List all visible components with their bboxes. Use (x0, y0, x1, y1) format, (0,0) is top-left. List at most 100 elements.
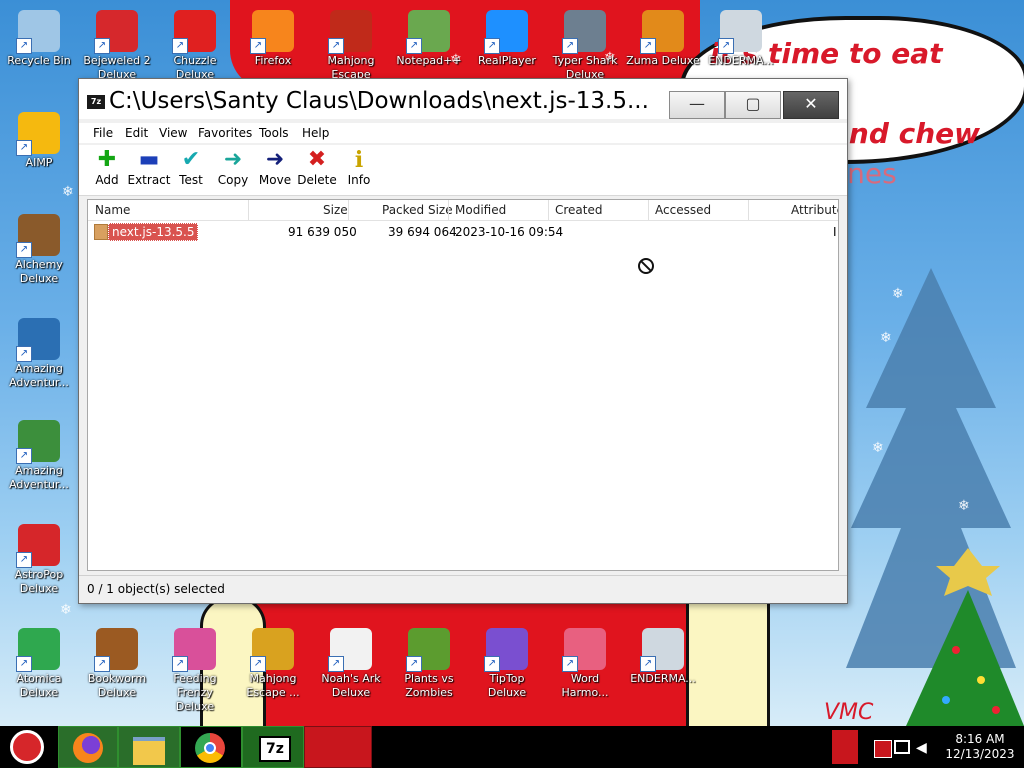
enderman-window-icon: ↗ (718, 10, 762, 54)
taskbar-file-explorer[interactable] (118, 726, 180, 768)
desktop-shortcut[interactable]: ↗ TipTop Deluxe (469, 628, 545, 700)
desktop-shortcut[interactable]: ↗ Notepad++ (391, 10, 467, 68)
desktop-shortcut[interactable]: ↗ Zuma Deluxe (625, 10, 701, 68)
shortcut-arrow-icon: ↗ (250, 656, 266, 672)
desktop-shortcut[interactable]: ↗ AIMP (1, 112, 77, 170)
taskbar-firefox[interactable] (58, 726, 118, 768)
shortcut-arrow-icon: ↗ (484, 38, 500, 54)
plants-vs-zombies-icon: ↗ (406, 628, 450, 672)
notepad-plus-icon: ↗ (406, 10, 450, 54)
info-button[interactable]: i Info (337, 147, 381, 187)
recycle-bin-icon: ↗ (16, 10, 60, 54)
desktop-shortcut[interactable]: ↗ Bejeweled 2 Deluxe (79, 10, 155, 82)
info-icon: i (354, 147, 364, 173)
column-modified[interactable]: Modified (455, 203, 506, 217)
table-row[interactable]: next.js-13.5.5 91 639 050 39 694 064 202… (88, 222, 838, 242)
desktop-shortcut[interactable]: ↗ Amazing Adventur... (1, 420, 77, 492)
desktop-shortcut[interactable]: ↗ Atomica Deluxe (1, 628, 77, 700)
shortcut-arrow-icon: ↗ (406, 656, 422, 672)
taskbar-empty-slot[interactable] (304, 726, 372, 768)
tray-icons: ◀ (868, 734, 934, 762)
column-divider[interactable] (448, 200, 449, 220)
desktop-shortcut[interactable]: ↗ ENDERMA... (625, 628, 701, 686)
shortcut-arrow-icon: ↗ (718, 38, 734, 54)
toolbar: ✚ Add ▬ Extract ✔ Test ➜ Copy ➜ Move ✖ D… (79, 145, 847, 196)
column-accessed[interactable]: Accessed (655, 203, 711, 217)
column-packed-size[interactable]: Packed Size (382, 203, 453, 217)
add-button[interactable]: ✚ Add (85, 147, 129, 187)
move-label: Move (258, 173, 292, 187)
desktop-shortcut[interactable]: ↗ Mahjong Escape (313, 10, 389, 82)
desktop-shortcut[interactable]: ↗ Word Harmo... (547, 628, 623, 700)
start-button[interactable] (0, 726, 58, 768)
menu-file[interactable]: File (93, 126, 113, 140)
desktop-shortcut[interactable]: ↗ RealPlayer (469, 10, 545, 68)
desktop-shortcut[interactable]: ↗ Feeding Frenzy Deluxe (157, 628, 233, 714)
desktop-shortcut[interactable]: ↗ Chuzzle Deluxe (157, 10, 233, 82)
file-list[interactable]: Name Size Packed Size Modified Created A… (87, 199, 839, 571)
shortcut-arrow-icon: ↗ (172, 38, 188, 54)
desktop-shortcut[interactable]: ↗ Bookworm Deluxe (79, 628, 155, 700)
shortcut-arrow-icon: ↗ (328, 656, 344, 672)
clock-time: 8:16 AM (955, 732, 1005, 746)
minimize-button[interactable]: — (669, 91, 725, 119)
taskbar-clock[interactable]: 8:16 AM 12/13/2023 (936, 732, 1024, 762)
snowflake-icon: ❄ (880, 330, 892, 346)
row-name[interactable]: next.js-13.5.5 (108, 223, 199, 241)
desktop-shortcut-label: Amazing Adventur... (9, 362, 69, 389)
desktop-shortcut[interactable]: ↗ Alchemy Deluxe (1, 214, 77, 286)
delete-x-icon: ✖ (307, 147, 327, 172)
shortcut-arrow-icon: ↗ (16, 38, 32, 54)
test-label: Test (179, 173, 203, 187)
extract-button[interactable]: ▬ Extract (127, 147, 171, 187)
desktop-shortcut[interactable]: ↗ Amazing Adventur... (1, 318, 77, 390)
seven-zip-app-icon: 7z (87, 95, 105, 109)
column-divider[interactable] (548, 200, 549, 220)
column-name[interactable]: Name (95, 203, 130, 217)
close-button[interactable]: ✕ (783, 91, 839, 119)
column-attributes[interactable]: Attribute (791, 203, 838, 217)
menu-favorites[interactable]: Favorites (198, 126, 252, 140)
column-size[interactable]: Size (323, 203, 348, 217)
desktop-shortcut[interactable]: ↗ Typer Shark Deluxe (547, 10, 623, 82)
row-size: 91 639 050 (288, 225, 357, 239)
menu-help[interactable]: Help (302, 126, 329, 140)
desktop-shortcut[interactable]: ↗ ENDERMA... (703, 10, 779, 68)
menu-view[interactable]: View (159, 126, 187, 140)
column-divider[interactable] (348, 200, 349, 220)
column-divider[interactable] (648, 200, 649, 220)
test-button[interactable]: ✔ Test (169, 147, 213, 187)
taskbar-seven-zip[interactable]: 7z (242, 726, 304, 768)
column-divider[interactable] (748, 200, 749, 220)
wallpaper-corner-text: VMC (824, 700, 874, 725)
taskbar-chrome[interactable] (180, 726, 242, 768)
santa-start-icon (10, 730, 44, 764)
tray-overflow-button[interactable] (832, 730, 858, 764)
maximize-button[interactable]: ▢ (725, 91, 781, 119)
column-divider[interactable] (248, 200, 249, 220)
shortcut-arrow-icon: ↗ (640, 656, 656, 672)
desktop-shortcut[interactable]: ↗ Mahjong Escape ... (235, 628, 311, 700)
delete-button[interactable]: ✖ Delete (295, 147, 339, 187)
bejeweled-icon: ↗ (94, 10, 138, 54)
copy-button[interactable]: ➜ Copy (211, 147, 255, 187)
menu-edit[interactable]: Edit (125, 126, 148, 140)
volume-icon[interactable]: ◀ (916, 740, 927, 756)
desktop-shortcut[interactable]: ↗ AstroPop Deluxe (1, 524, 77, 596)
status-bar: 0 / 1 object(s) selected (79, 575, 847, 602)
atomica-icon: ↗ (16, 628, 60, 672)
desktop-shortcut-label: Word Harmo... (561, 672, 609, 699)
test-check-icon: ✔ (181, 147, 201, 172)
desktop-shortcut[interactable]: ↗ Noah's Ark Deluxe (313, 628, 389, 700)
column-created[interactable]: Created (555, 203, 603, 217)
monitor-icon[interactable] (894, 740, 910, 754)
desktop-shortcut[interactable]: ↗ Plants vs Zombies (391, 628, 467, 700)
add-label: Add (95, 173, 119, 187)
menu-tools[interactable]: Tools (259, 126, 289, 140)
title-bar[interactable]: 7z C:\Users\Santy Claus\Downloads\next.j… (79, 79, 847, 119)
desktop-shortcut[interactable]: ↗ Firefox (235, 10, 311, 68)
move-button[interactable]: ➜ Move (253, 147, 297, 187)
desktop-shortcut[interactable]: ↗ Recycle Bin (1, 10, 77, 68)
network-icon[interactable] (874, 740, 892, 758)
shortcut-arrow-icon: ↗ (94, 38, 110, 54)
